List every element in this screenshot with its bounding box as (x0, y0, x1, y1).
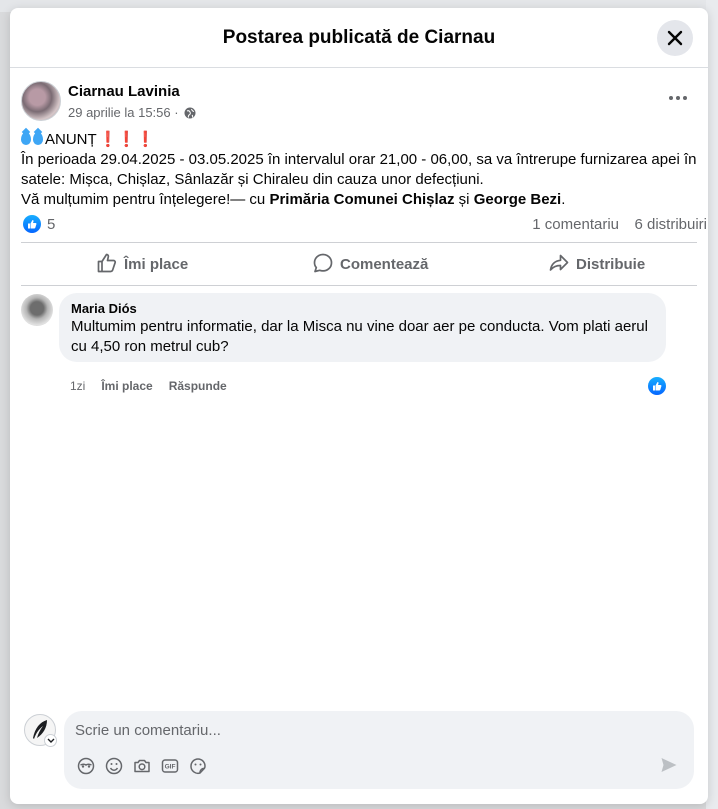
post-date[interactable]: 29 aprilie la 15:56 (68, 105, 171, 120)
more-icon (669, 96, 673, 100)
comment-like-button[interactable]: Îmi place (101, 379, 152, 393)
modal-header: Postarea publicată de Ciarnau (10, 8, 708, 68)
like-icon (653, 382, 662, 391)
share-label: Distribuie (576, 256, 646, 273)
comment-age[interactable]: 1zi (70, 379, 85, 393)
shares-count[interactable]: 6 distribuiri (634, 216, 707, 233)
droplet-emoji (21, 132, 31, 145)
like-icon (97, 253, 117, 273)
like-label: Îmi place (124, 256, 189, 273)
thanks-text: Vă mulțumim pentru înțelegere!— cu (21, 191, 270, 208)
comment-label: Comentează (340, 256, 429, 273)
send-icon (661, 758, 677, 772)
post-meta: 29 aprilie la 15:56 · (68, 104, 196, 120)
post-text-line1: În perioada 29.04.2025 - 03.05.2025 în i… (21, 151, 697, 188)
author-avatar[interactable] (21, 81, 61, 121)
like-icon (28, 220, 37, 229)
exclamation-emojis: ❗❗❗ (98, 131, 155, 148)
close-button[interactable] (657, 20, 693, 56)
post-header: Ciarnau Lavinia 29 aprilie la 15:56 · (10, 78, 708, 128)
meta-separator: · (170, 105, 183, 121)
tag-george-bezi[interactable]: George Bezi (474, 191, 562, 208)
comment-like-badge[interactable] (646, 375, 668, 397)
post-text-line2: Vă mulțumim pentru înțelegere!— cu Primă… (21, 190, 701, 210)
tag-conjunction: și (454, 191, 474, 208)
gif-icon: GIF (161, 759, 179, 773)
sticker-icon (190, 758, 206, 775)
comment-input[interactable]: Scrie un comentariu... GIF (64, 711, 694, 789)
post-modal: Postarea publicată de Ciarnau Ciarnau La… (10, 8, 708, 804)
avatar-sticker-button[interactable] (76, 756, 96, 776)
gif-button[interactable]: GIF (160, 756, 180, 776)
chevron-down-icon (47, 738, 55, 743)
share-icon (549, 254, 569, 271)
close-icon (667, 30, 683, 46)
share-button[interactable]: Distribuie (548, 251, 688, 277)
comment-button[interactable]: Comentează (312, 251, 462, 277)
comment-composer: Scrie un comentariu... GIF (24, 711, 696, 789)
camera-icon (134, 759, 150, 773)
author-name[interactable]: Ciarnau Lavinia (68, 83, 180, 100)
droplet-emoji (33, 132, 43, 145)
comment-icon (313, 253, 333, 273)
comment-input-placeholder: Scrie un comentariu... (75, 722, 221, 739)
emoji-button[interactable] (104, 756, 124, 776)
commenter-name[interactable]: Maria Diós (71, 301, 137, 316)
modal-title: Postarea publicată de Ciarnau (222, 27, 496, 48)
post-period: . (561, 191, 566, 208)
more-icon-dot (676, 96, 680, 100)
avatar-chooser-button[interactable] (44, 734, 57, 747)
comment-reply-button[interactable]: Răspunde (169, 379, 227, 393)
comments-count[interactable]: 1 comentariu (532, 216, 619, 233)
emoji-icon (105, 757, 123, 775)
globe-icon (184, 107, 196, 119)
more-icon-dot (683, 96, 687, 100)
svg-text:GIF: GIF (165, 764, 176, 771)
reactions-summary: 5 1 comentariu 6 distribuiri (21, 213, 707, 235)
sticker-button[interactable] (188, 756, 208, 776)
send-button[interactable] (660, 756, 680, 776)
photo-button[interactable] (132, 756, 152, 776)
tag-primaria[interactable]: Primăria Comunei Chișlaz (269, 191, 454, 208)
like-button[interactable]: Îmi place (96, 251, 236, 277)
commenter-avatar[interactable] (21, 294, 53, 326)
announcement-word: ANUNȚ (45, 131, 97, 148)
post-body: ANUNȚ ❗❗❗ În perioada 29.04.2025 - 03.05.… (21, 130, 701, 210)
avatar-sticker-icon (77, 757, 95, 775)
comment-text: Multumim pentru informatie, dar la Misca… (71, 318, 648, 355)
comment-bubble: Maria Diós Multumim pentru informatie, d… (59, 293, 666, 362)
post-heading: ANUNȚ ❗❗❗ (21, 130, 701, 150)
more-options-button[interactable] (664, 88, 694, 108)
post-action-bar: Îmi place Comentează Distribuie (21, 242, 697, 286)
like-reaction-icon[interactable] (23, 215, 41, 233)
comment-item: Maria Diós Multumim pentru informatie, d… (21, 293, 697, 397)
reaction-count[interactable]: 5 (47, 216, 55, 233)
comment-meta: 1zi Îmi place Răspunde (70, 379, 243, 393)
